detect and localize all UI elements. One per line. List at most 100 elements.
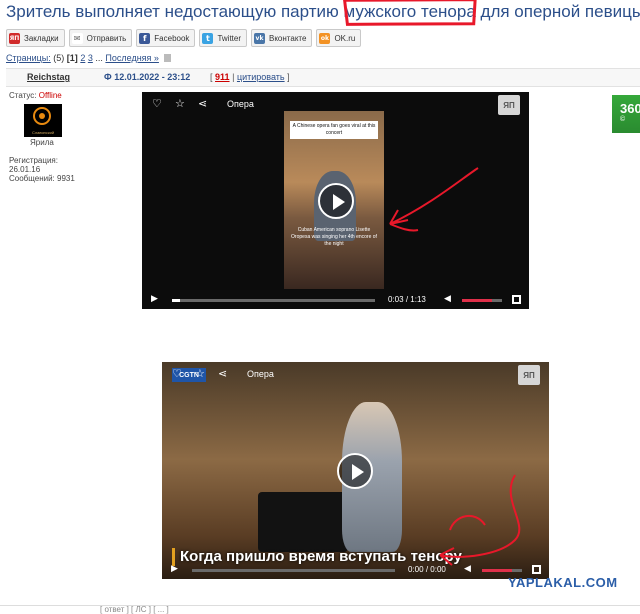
video-player-1[interactable]: A Chinese opera fan goes viral at this c… (142, 92, 529, 309)
vkontakte-button[interactable]: vk Вконтакте (251, 29, 313, 47)
user-rank: Ярила (30, 138, 54, 147)
page-title: Зритель выполняет недостающую партию муж… (6, 2, 640, 22)
pagination-label[interactable]: Страницы: (6, 53, 51, 63)
mail-icon: ✉ (71, 32, 83, 44)
video-1-time: 0:03 / 1:13 (388, 295, 426, 304)
share-icon[interactable]: ⋖ (198, 97, 207, 110)
title-suffix: для оперной певицы (475, 2, 640, 21)
heart-icon[interactable]: ♡ (172, 367, 182, 380)
video-1-time-current: 0:03 (388, 295, 404, 304)
title-highlight-text: мужского тенора (343, 2, 476, 21)
video-2-time-total: 0:00 (430, 565, 446, 574)
messages-count: Сообщений: 9931 (9, 174, 129, 183)
send-label: Отправить (86, 33, 127, 43)
video-1-caption-bottom: Cuban American soprano Lisette Oropesa w… (291, 227, 377, 247)
yp-logo-icon: ЯП (498, 95, 520, 115)
post-date-text: 12.01.2022 - 23:12 (114, 72, 191, 82)
volume-icon[interactable]: ◀ (444, 294, 451, 304)
footer-links[interactable]: [ ответ ] [ ЛС ] [ ... ] (100, 605, 169, 614)
send-button[interactable]: ✉ Отправить (68, 29, 133, 47)
video-1-title: Опера (227, 99, 254, 109)
kolovrat-icon (33, 107, 51, 125)
page-icon[interactable] (164, 54, 172, 62)
avatar-caption: Славянский (31, 130, 55, 135)
yp-logo-icon: ЯП (518, 365, 540, 385)
heart-icon[interactable]: ♡ (152, 97, 162, 110)
video-1-progress-fill (172, 299, 181, 302)
video-2-title: Опера (247, 369, 274, 379)
video-2-volume[interactable] (482, 569, 522, 572)
post-refs: [ 911 | цитировать ] (210, 72, 290, 82)
yp-icon: ЯП (9, 32, 20, 44)
share-icon[interactable]: ⋖ (218, 367, 227, 380)
twitter-button[interactable]: t Twitter (199, 29, 247, 47)
messages-label: Сообщений: (9, 174, 55, 183)
site-logo[interactable]: YAPLAKAL.COM (508, 575, 618, 590)
video-1-controls: ▶ 0:03 / 1:13 ◀ (142, 291, 529, 309)
video-1-time-total: 1:13 (410, 295, 426, 304)
side-badge-value: 360 (620, 101, 640, 116)
share-bar: ЯП Закладки ✉ Отправить f Facebook t Twitter… (6, 29, 362, 47)
title-prefix: Зритель выполняет недостающую партию (6, 2, 344, 21)
vk-icon: vk (254, 32, 265, 44)
video-1-topbar: ♡ ☆ ⋖ Опера ЯП (142, 92, 529, 116)
video-1-time-sep: / (405, 295, 409, 304)
play-icon[interactable]: ▶ (171, 564, 178, 574)
bookmarks-button[interactable]: ЯП Закладки (6, 29, 65, 47)
video-2-time-sep: / (425, 565, 429, 574)
refs-separator: | (232, 72, 235, 82)
video-1-progress[interactable] (172, 299, 375, 302)
facebook-label: Facebook (154, 33, 190, 43)
star-icon[interactable]: ☆ (195, 367, 205, 380)
video-2-progress[interactable] (192, 569, 395, 572)
post-header: Reichstag Ф 12.01.2022 - 23:12 [ 911 | ц… (6, 68, 640, 87)
star-icon[interactable]: ☆ (175, 97, 185, 110)
user-info: Статус: Offline Славянский Ярила Регистр… (9, 91, 129, 183)
pagination-current: [1] (66, 53, 78, 63)
okru-label: OK.ru (334, 33, 356, 43)
post-number[interactable]: 911 (215, 72, 230, 82)
refs-open: [ (210, 72, 213, 82)
post-author[interactable]: Reichstag (27, 72, 70, 82)
status-label: Статус: (9, 91, 37, 100)
messages-value: 9931 (57, 174, 75, 183)
pagination-last[interactable]: Последняя » (105, 53, 159, 63)
pagination-count: (5) (53, 53, 65, 63)
piano-figure (258, 492, 348, 552)
volume-icon[interactable]: ◀ (464, 564, 471, 574)
video-1-caption-top: A Chinese opera fan goes viral at this c… (290, 121, 378, 139)
site-footer: YAPLAKAL.COM [ ответ ] [ ЛС ] [ ... ] (0, 575, 640, 614)
post-date: Ф 12.01.2022 - 23:12 (104, 72, 190, 82)
pagination-page-2[interactable]: 2 (80, 53, 85, 63)
pagination: Страницы: (5) [1] 2 3 ... Последняя » (6, 53, 172, 63)
video-1-volume-fill (462, 299, 492, 302)
okru-button[interactable]: ok OK.ru (316, 29, 362, 47)
ok-icon: ok (319, 32, 331, 44)
vkontakte-label: Вконтакте (269, 33, 307, 43)
facebook-button[interactable]: f Facebook (136, 29, 196, 47)
video-2-time-current: 0:00 (408, 565, 424, 574)
pagination-page-3[interactable]: 3 (88, 53, 93, 63)
avatar[interactable]: Славянский (24, 104, 62, 137)
side-badge-sub: © (620, 116, 626, 123)
facebook-icon: f (139, 32, 151, 44)
bookmarks-label: Закладки (24, 33, 59, 43)
play-icon[interactable]: ▶ (151, 294, 158, 304)
fullscreen-icon[interactable] (512, 295, 521, 304)
side-rating-badge[interactable]: 360 © (612, 95, 640, 133)
video-1-volume[interactable] (462, 299, 502, 302)
video-player-2[interactable]: CGTN ♡ ☆ ⋖ Опера ЯП Когда пришло время в… (162, 362, 549, 579)
registration-date: 26.01.16 (9, 165, 41, 174)
twitter-icon: t (202, 32, 214, 44)
video-2-play-button[interactable] (337, 453, 373, 489)
twitter-label: Twitter (217, 33, 241, 43)
quote-link[interactable]: цитировать (237, 72, 285, 82)
video-2-time: 0:00 / 0:00 (408, 565, 446, 574)
fullscreen-icon[interactable] (532, 565, 541, 574)
refs-close: ] (287, 72, 290, 82)
permalink-icon[interactable]: Ф (104, 72, 112, 82)
video-2-topbar: ♡ ☆ ⋖ Опера ЯП (162, 362, 549, 386)
video-1-play-button[interactable] (318, 183, 354, 219)
video-2-volume-fill (482, 569, 512, 572)
footer-divider (0, 605, 640, 606)
